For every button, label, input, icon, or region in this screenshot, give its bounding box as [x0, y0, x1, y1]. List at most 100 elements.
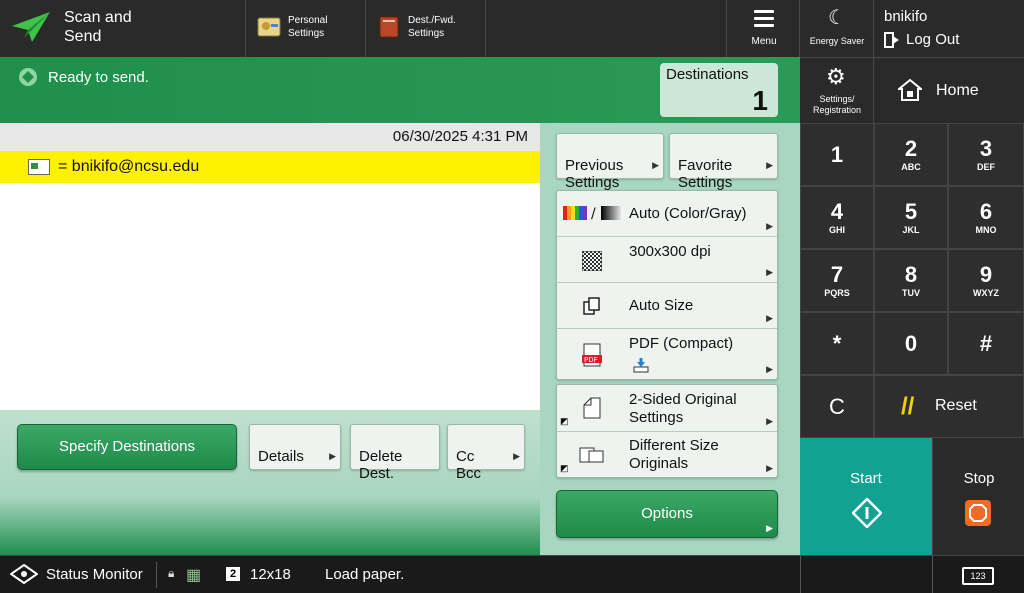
- start-diamond-icon: [852, 498, 882, 528]
- specify-destinations-label: Specify Destinations: [59, 438, 195, 455]
- destination-address: = bnikifo@ncsu.edu: [58, 158, 200, 175]
- username: bnikifo: [884, 8, 928, 25]
- original-settings-group: ◩ 2-Sided Original Settings ▶ ◩ Differen…: [556, 384, 778, 478]
- key-2[interactable]: 2 ABC: [874, 123, 948, 186]
- dest-fwd-settings-label: Dest./Fwd. Settings: [408, 15, 456, 39]
- menu-button[interactable]: Menu: [726, 0, 800, 57]
- options-button[interactable]: Options ▶: [556, 490, 778, 538]
- shortcut-corner-icon: ◩: [560, 463, 569, 473]
- cc-bcc-button[interactable]: Cc Bcc ▶: [447, 424, 525, 482]
- personal-settings-icon: [257, 17, 281, 37]
- destination-list: 06/30/2025 4:31 PM = bnikifo@ncsu.edu: [0, 123, 540, 410]
- arrow-icon: ▶: [766, 267, 773, 277]
- status-monitor-label: Status Monitor: [46, 565, 143, 583]
- file-format-setting[interactable]: PDF PDF (Compact) ▶: [557, 329, 777, 379]
- menu-label: Menu: [751, 36, 777, 47]
- start-label: Start: [850, 470, 882, 487]
- scan-settings-group: / Auto (Color/Gray) ▶ 300x300 dpi ▶ Auto…: [556, 190, 778, 380]
- log-out-label: Log Out: [906, 31, 960, 48]
- dest-fwd-settings-button[interactable]: Dest./Fwd. Settings: [366, 0, 486, 57]
- two-sided-label: 2-Sided Original Settings: [629, 391, 737, 426]
- pdf-icon: PDF: [582, 343, 602, 367]
- stop-button[interactable]: Stop: [932, 438, 1024, 555]
- lock-icon: 🔒︎: [168, 566, 175, 580]
- app-title: Scan and Send: [64, 9, 132, 45]
- favorite-settings-button[interactable]: Favorite Settings ▶: [669, 133, 778, 191]
- status-monitor-icon: [10, 564, 38, 584]
- ready-icon: [19, 68, 37, 86]
- energy-saver-button[interactable]: ☾ Energy Saver: [800, 0, 874, 57]
- delete-dest-button[interactable]: Delete Dest.: [350, 424, 440, 482]
- details-button[interactable]: Details ▶: [249, 424, 341, 470]
- specify-destinations-button[interactable]: Specify Destinations: [17, 424, 237, 470]
- ready-status-text: Ready to send.: [48, 69, 149, 86]
- keyboard-123-button[interactable]: 123: [962, 567, 994, 585]
- key-hash[interactable]: #: [948, 312, 1024, 375]
- key-5[interactable]: 5 JKL: [874, 186, 948, 249]
- reset-icon: //: [901, 393, 915, 420]
- arrow-icon: ▶: [766, 221, 773, 231]
- scan-size-setting[interactable]: Auto Size ▶: [557, 283, 777, 329]
- settings-registration-label: Settings/ Registration: [812, 94, 862, 115]
- key-9[interactable]: 9 WXYZ: [948, 249, 1024, 312]
- different-size-originals-setting[interactable]: ◩ Different Size Originals ▶: [557, 432, 777, 478]
- resolution-setting[interactable]: 300x300 dpi ▶: [557, 237, 777, 283]
- arrow-icon: ▶: [766, 523, 773, 533]
- settings-panel: Previous Settings ▶ Favorite Settings ▶ …: [540, 123, 800, 555]
- destinations-count: 1: [752, 85, 768, 116]
- start-button[interactable]: Start: [800, 438, 932, 555]
- energy-saver-label: Energy Saver: [809, 36, 865, 46]
- svg-text:PDF: PDF: [584, 356, 598, 364]
- file-format-label: PDF (Compact): [629, 335, 734, 352]
- color-mode-label: Auto (Color/Gray): [629, 205, 747, 222]
- key-1[interactable]: 1: [800, 123, 874, 186]
- list-datetime: 06/30/2025 4:31 PM: [0, 123, 540, 151]
- destinations-label: Destinations: [666, 66, 749, 83]
- key-4[interactable]: 4 GHI: [800, 186, 874, 249]
- cc-bcc-label: Cc Bcc: [456, 448, 482, 482]
- key-0[interactable]: 0: [874, 312, 948, 375]
- stop-icon: [965, 500, 991, 526]
- status-monitor-button[interactable]: Status Monitor: [10, 564, 143, 584]
- favorite-settings-label: Favorite Settings: [678, 157, 733, 191]
- options-label: Options: [641, 505, 693, 522]
- key-7[interactable]: 7 PQRS: [800, 249, 874, 312]
- scan-size-icon: [583, 297, 600, 315]
- stop-label: Stop: [963, 470, 995, 487]
- status-strip: Ready to send. Destinations 1: [0, 57, 800, 123]
- destination-row[interactable]: = bnikifo@ncsu.edu: [0, 151, 540, 183]
- home-button[interactable]: Home: [874, 57, 1024, 123]
- key-3[interactable]: 3 DEF: [948, 123, 1024, 186]
- numeric-keypad: 1 2 ABC 3 DEF 4 GHI 5 JKL 6 MNO 7 PQRS 8 TUV 9W…: [800, 123, 1024, 438]
- arrow-icon: ▶: [329, 451, 336, 461]
- email-card-icon: [28, 159, 50, 175]
- arrow-icon: ▶: [766, 160, 773, 170]
- destinations-counter: Destinations 1: [660, 63, 778, 117]
- reset-label: Reset: [935, 397, 977, 414]
- book-icon: [379, 16, 399, 38]
- personal-settings-button[interactable]: Personal Settings: [246, 0, 366, 57]
- arrow-icon: ▶: [766, 364, 773, 374]
- personal-settings-label: Personal Settings: [288, 15, 328, 39]
- status-bar: Status Monitor 🔒︎ ▦ 2 12x18 Load paper. …: [0, 555, 1024, 593]
- clear-key[interactable]: C: [800, 375, 874, 438]
- settings-registration-button[interactable]: ⚙ Settings/ Registration: [800, 57, 874, 123]
- status-message: Load paper.: [325, 566, 405, 583]
- color-mode-setting[interactable]: / Auto (Color/Gray) ▶: [557, 191, 777, 237]
- two-sided-icon: [583, 397, 601, 419]
- key-6[interactable]: 6 MNO: [948, 186, 1024, 249]
- previous-settings-label: Previous Settings: [565, 157, 624, 191]
- app-title-area: Scan and Send: [0, 0, 246, 57]
- house-icon: [898, 78, 922, 101]
- reset-button[interactable]: // Reset: [874, 375, 1024, 438]
- paper-tray-number: 2: [226, 567, 240, 581]
- resolution-label: 300x300 dpi: [629, 243, 711, 260]
- two-sided-original-setting[interactable]: ◩ 2-Sided Original Settings ▶: [557, 385, 777, 432]
- log-out-button[interactable]: Log Out: [884, 31, 959, 48]
- paper-size: 12x18: [250, 566, 291, 583]
- previous-settings-button[interactable]: Previous Settings ▶: [556, 133, 664, 191]
- key-asterisk[interactable]: *: [800, 312, 874, 375]
- arrow-icon: ▶: [766, 463, 773, 473]
- key-8[interactable]: 8 TUV: [874, 249, 948, 312]
- top-bar: Scan and Send Personal Settings Dest./Fw…: [0, 0, 800, 57]
